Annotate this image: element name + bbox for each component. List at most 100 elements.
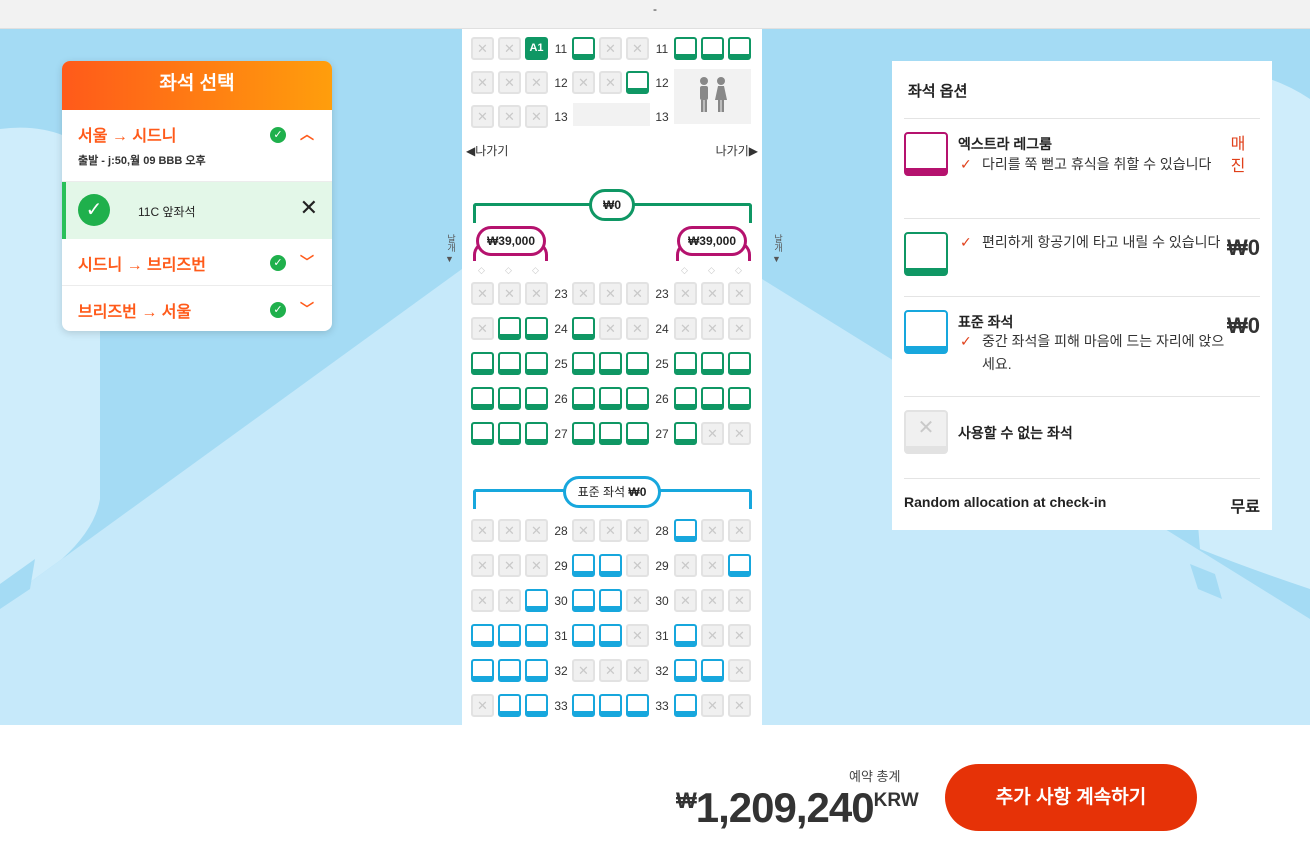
galley-area [573,103,650,126]
unavailable-seat: ✕ [471,37,494,60]
front-seat[interactable] [626,352,649,375]
standard-seat[interactable] [599,554,622,577]
row-number: 31 [554,629,568,643]
row-number: 11 [554,42,568,56]
front-seat[interactable] [572,387,595,410]
wing-label: 날개 [446,234,456,252]
standard-seat[interactable] [599,589,622,612]
front-seat[interactable] [701,352,724,375]
row-number: 28 [554,524,568,538]
row-number: 25 [554,357,568,371]
unavailable-seat: ✕ [626,317,649,340]
route-brisbane-seoul[interactable]: 브리즈번 → 서울 ✓ ﹀ [62,286,332,331]
front-seat[interactable] [572,352,595,375]
row-number: 23 [655,287,669,301]
selected-seat[interactable]: A1 [525,37,548,60]
front-seat[interactable] [471,422,494,445]
standard-seat[interactable] [498,694,521,717]
standard-seat[interactable] [728,554,751,577]
front-seat[interactable] [525,317,548,340]
unavailable-seat: ✕ [471,317,494,340]
front-seat[interactable] [471,352,494,375]
front-seat[interactable] [626,71,649,94]
unavailable-seat: ✕ [599,519,622,542]
standard-seat[interactable] [674,694,697,717]
front-seat[interactable] [701,37,724,60]
standard-seat[interactable] [572,554,595,577]
front-seat[interactable] [525,352,548,375]
standard-seat[interactable] [471,624,494,647]
front-seat[interactable] [498,387,521,410]
standard-seat[interactable] [525,659,548,682]
option-desc-text: 다리를 쭉 뻗고 휴식을 취할 수 있습니다 [982,156,1212,172]
standard-seat[interactable] [599,694,622,717]
front-seat[interactable] [728,387,751,410]
front-seat[interactable] [572,422,595,445]
unavailable-seat: ✕ [626,624,649,647]
route-sydney-brisbane[interactable]: 시드니 → 브리즈번 ✓ ﹀ [62,239,332,286]
standard-seat[interactable] [674,624,697,647]
unavailable-seat: ✕ [498,589,521,612]
standard-seat[interactable] [525,589,548,612]
standard-seat[interactable] [498,659,521,682]
front-seat[interactable] [626,422,649,445]
row-number: 12 [655,76,669,90]
unavailable-seat: ✕ [471,105,494,128]
unavailable-seat: ✕ [498,37,521,60]
front-seat[interactable] [626,387,649,410]
standard-seat[interactable] [572,694,595,717]
front-seat[interactable] [525,387,548,410]
standard-seat[interactable] [674,659,697,682]
currency-symbol: ₩ [676,788,697,813]
standard-seat[interactable] [599,624,622,647]
route-departure: 출발 - j:50,월 09 BBB 오후 [78,155,206,167]
standard-zone-pill: 표준 좌석 ₩0 [563,476,661,508]
front-seat[interactable] [498,317,521,340]
row-number: 24 [655,322,669,336]
standard-seat[interactable] [674,519,697,542]
front-seat[interactable] [471,387,494,410]
route-seoul-sydney[interactable]: 서울 → 시드니 출발 - j:50,월 09 BBB 오후 ✓ ︿ [62,110,332,182]
front-seat[interactable] [525,422,548,445]
unavailable-seat: ✕ [728,624,751,647]
check-circle-icon: ✓ [270,255,286,271]
chevron-up-icon[interactable]: ︿ [298,125,316,143]
unavailable-seat: ✕ [599,659,622,682]
front-seat[interactable] [674,352,697,375]
standard-seat[interactable] [525,624,548,647]
front-seat[interactable] [599,352,622,375]
front-seat[interactable] [674,37,697,60]
front-seat[interactable] [498,352,521,375]
front-seat[interactable] [674,422,697,445]
standard-seat[interactable] [572,624,595,647]
standard-seat[interactable] [498,624,521,647]
front-seat[interactable] [701,387,724,410]
standard-seat[interactable] [471,659,494,682]
front-seat[interactable] [728,37,751,60]
front-seat[interactable] [498,422,521,445]
standard-seat[interactable] [525,694,548,717]
option-desc: ✓ 중간 좌석을 피해 마음에 드는 자리에 앉으세요. [958,330,1228,376]
row-number: 32 [655,664,669,678]
row-number: 30 [655,594,669,608]
front-seat[interactable] [599,422,622,445]
standard-seat[interactable] [626,694,649,717]
unavailable-seat: ✕ [626,554,649,577]
standard-seat[interactable] [701,659,724,682]
front-seat[interactable] [572,37,595,60]
standard-seat[interactable] [572,589,595,612]
row-number: 30 [554,594,568,608]
front-seat[interactable] [599,387,622,410]
close-icon[interactable]: ✕ [300,196,318,220]
continue-button[interactable]: 추가 사항 계속하기 [945,764,1197,831]
standard-zone-price: ₩0 [628,485,647,499]
check-circle-icon: ✓ [78,194,110,226]
top-bar-text: - [653,2,657,16]
chevron-down-icon[interactable]: ﹀ [298,253,316,271]
unavailable-seat: ✕ [525,282,548,305]
front-seat[interactable] [674,387,697,410]
front-seat[interactable] [728,352,751,375]
front-seat[interactable] [572,317,595,340]
chevron-down-icon[interactable]: ﹀ [298,300,316,318]
unavailable-seat: ✕ [498,71,521,94]
